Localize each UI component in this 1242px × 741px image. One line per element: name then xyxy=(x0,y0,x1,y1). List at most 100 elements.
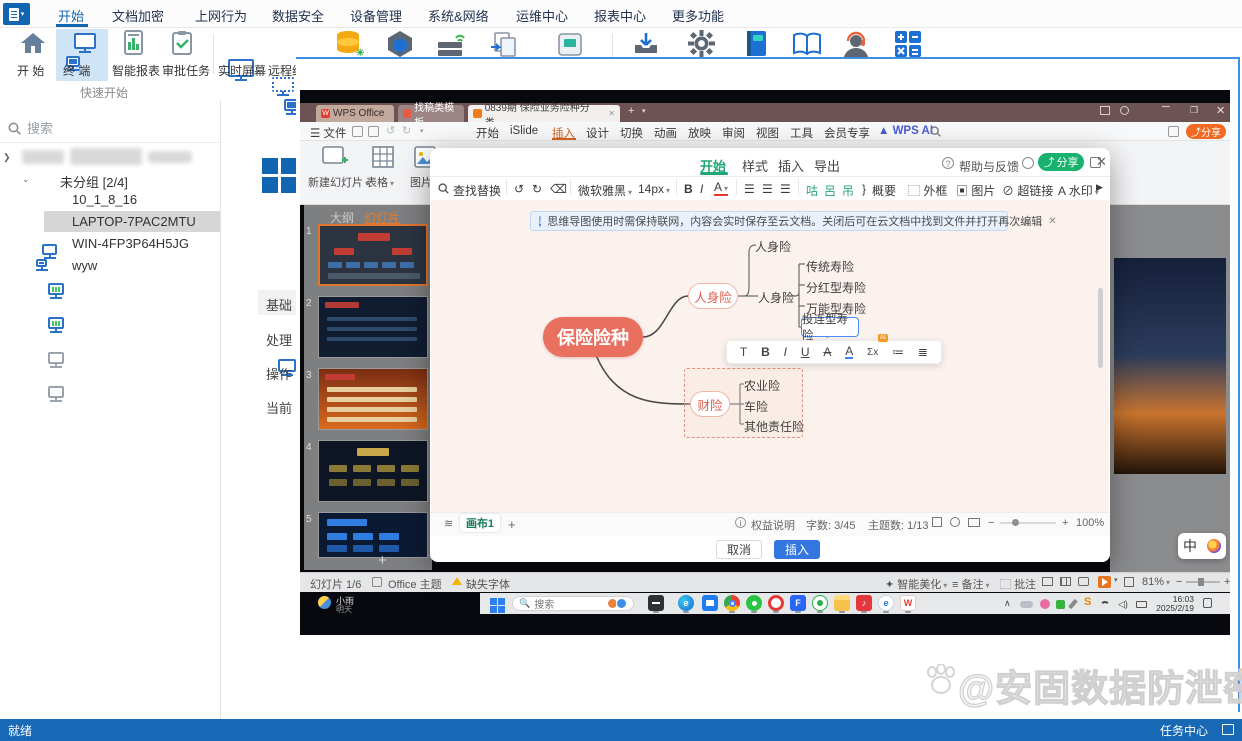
tray-clock[interactable]: 16:03 2025/2/19 xyxy=(1152,595,1194,613)
notebook-icon[interactable] xyxy=(744,30,768,57)
insert-sibling-node-icon[interactable]: 咕 xyxy=(806,182,818,199)
wps-tab-transition[interactable]: 切换 xyxy=(620,125,643,141)
wps-tab-member[interactable]: 会员专享 xyxy=(824,125,870,141)
menu-tab-more[interactable]: 更多功能 xyxy=(672,6,724,25)
log-panel-icon[interactable] xyxy=(1222,724,1234,735)
font-select[interactable]: 微软雅黑 xyxy=(578,182,632,199)
help-icon[interactable]: ? xyxy=(942,157,954,169)
calculator-icon[interactable] xyxy=(894,30,921,57)
dialog-tab-export[interactable]: 导出 xyxy=(814,156,840,175)
wps-tab-design[interactable]: 设计 xyxy=(586,125,609,141)
relation-node-icon[interactable]: 吊 xyxy=(842,182,854,199)
efficiency-icon[interactable] xyxy=(1168,126,1179,137)
taskbar-store[interactable] xyxy=(702,595,718,611)
dialog-tab-style[interactable]: 样式 xyxy=(742,156,768,175)
mindmap-node[interactable]: 车险 xyxy=(744,398,768,415)
server-icon[interactable] xyxy=(436,30,466,57)
tray-sougou-icon[interactable]: S xyxy=(1084,596,1091,608)
align-center-icon[interactable]: ☰ xyxy=(762,182,773,196)
frame-button[interactable]: ⬚ 外框 xyxy=(908,182,947,199)
tab-list-chevron[interactable]: ▾ xyxy=(642,107,646,115)
format-painter-icon[interactable]: ⌫ xyxy=(550,182,567,196)
ime-sparkle-icon[interactable] xyxy=(1207,539,1221,553)
missing-font-label[interactable]: 缺失字体 xyxy=(466,576,510,592)
font-color-button[interactable]: A xyxy=(714,181,729,196)
undo-icon[interactable]: ↺ xyxy=(386,124,395,137)
help-feedback-label[interactable]: 帮助与反馈 xyxy=(959,158,1019,175)
smart-beautify-button[interactable]: ✦ 智能美化 xyxy=(885,576,947,592)
home-icon[interactable] xyxy=(19,31,47,55)
close-button[interactable]: ✕ xyxy=(1216,104,1225,117)
undo-icon[interactable]: ↺ xyxy=(514,182,524,196)
hexagon-icon[interactable] xyxy=(386,30,414,57)
insert-button[interactable]: 插入 xyxy=(774,540,820,559)
wps-tab-tools[interactable]: 工具 xyxy=(790,125,813,141)
menu-tab-report-center[interactable]: 报表中心 xyxy=(594,6,646,25)
tray-expand-caret[interactable]: ∧ xyxy=(1004,598,1011,609)
app-menu-button[interactable]: ▾ xyxy=(3,3,30,25)
fit-screen-icon[interactable] xyxy=(932,517,942,527)
normal-view-icon[interactable] xyxy=(1042,577,1053,586)
picture-label[interactable]: 图片 xyxy=(410,174,432,190)
taskbar-app-dark[interactable] xyxy=(648,595,664,611)
font-size-select[interactable]: 14px xyxy=(638,182,670,196)
weather-widget-icon[interactable] xyxy=(318,596,331,609)
play-dropdown[interactable]: ▾ xyxy=(1114,576,1118,584)
taskbar-edge[interactable]: e xyxy=(678,595,694,611)
dialog-close-icon[interactable]: ✕ xyxy=(1096,154,1107,170)
taskbar-green-app[interactable] xyxy=(746,595,762,611)
slide-thumbnail-4[interactable] xyxy=(318,440,428,502)
remote-maint-icon[interactable] xyxy=(272,77,294,92)
menu-tab-start[interactable]: 开始 xyxy=(58,6,84,25)
underline-button[interactable]: U xyxy=(801,345,810,359)
dialog-share-button[interactable]: ⤴ 分享 xyxy=(1038,153,1084,171)
approval-task-icon[interactable] xyxy=(170,30,194,56)
search-input[interactable] xyxy=(27,120,177,136)
theme-label[interactable]: Office 主题 xyxy=(388,576,442,592)
skin-icon[interactable] xyxy=(1120,106,1129,115)
tree-group-ungrouped[interactable]: 未分组 [2/4] xyxy=(60,172,128,191)
taskbar-green-app2[interactable] xyxy=(812,595,828,611)
taskbar-music-app[interactable]: ♪ xyxy=(856,595,872,611)
menu-tab-doc-encrypt[interactable]: 文档加密 xyxy=(112,6,164,25)
side-menu-process[interactable]: 处理 xyxy=(266,330,292,349)
port-device-icon[interactable] xyxy=(556,32,584,57)
add-canvas-button[interactable]: + xyxy=(508,517,516,532)
wps-zoom-thumb[interactable] xyxy=(1198,578,1204,586)
smart-report-icon[interactable] xyxy=(122,30,146,56)
fullscreen-icon[interactable] xyxy=(1124,577,1134,587)
dialog-tab-insert[interactable]: 插入 xyxy=(778,156,804,175)
add-slide-button[interactable]: + xyxy=(378,552,387,569)
file-transfer-icon[interactable] xyxy=(489,31,519,57)
side-menu-basic[interactable]: 基础 xyxy=(266,295,292,314)
tray-person-icon[interactable] xyxy=(1040,599,1050,609)
print-icon[interactable] xyxy=(368,126,379,137)
taskbar-opera[interactable] xyxy=(768,595,784,611)
redo-icon[interactable]: ↻ xyxy=(402,124,411,137)
tree-item-device-selected[interactable]: LAPTOP-7PAC2MTU xyxy=(72,214,196,229)
slide-thumbnail-1[interactable] xyxy=(318,224,428,286)
sidebar-search[interactable] xyxy=(8,116,208,140)
tray-volume-icon[interactable]: ◁) xyxy=(1118,599,1128,610)
canvas-tab[interactable]: 画布1 xyxy=(460,514,500,532)
zoom-slider-thumb[interactable] xyxy=(1012,519,1019,526)
terminal-icon[interactable] xyxy=(74,33,96,49)
font-color-button[interactable]: A xyxy=(845,345,854,359)
tray-cloud-icon[interactable] xyxy=(1020,601,1033,608)
wps-doc-tab-1[interactable]: 找稿类模板 xyxy=(398,103,464,129)
tray-notification-icon[interactable] xyxy=(1203,598,1212,608)
zoom-slider-track[interactable] xyxy=(1000,522,1056,524)
cancel-button[interactable]: 取消 xyxy=(716,540,762,559)
tree-item-device[interactable]: wyw xyxy=(72,258,97,273)
mindmap-node[interactable]: 分红型寿险 xyxy=(806,279,866,296)
comments-button[interactable]: ⬚ 批注 xyxy=(1000,576,1036,592)
menu-tab-data-security[interactable]: 数据安全 xyxy=(272,6,324,25)
mindmap-branch-property[interactable]: 财险 xyxy=(690,391,730,417)
italic-button[interactable]: I xyxy=(784,345,787,359)
reading-view-icon[interactable] xyxy=(1078,577,1089,586)
tree-root-chevron[interactable]: ❯ xyxy=(3,152,11,163)
feedback-icon[interactable] xyxy=(1022,157,1034,169)
zoom-out-button[interactable]: − xyxy=(988,517,994,529)
wps-tab-islide[interactable]: iSlide xyxy=(510,125,538,137)
insert-child-node-icon[interactable]: 呂 xyxy=(824,182,836,199)
